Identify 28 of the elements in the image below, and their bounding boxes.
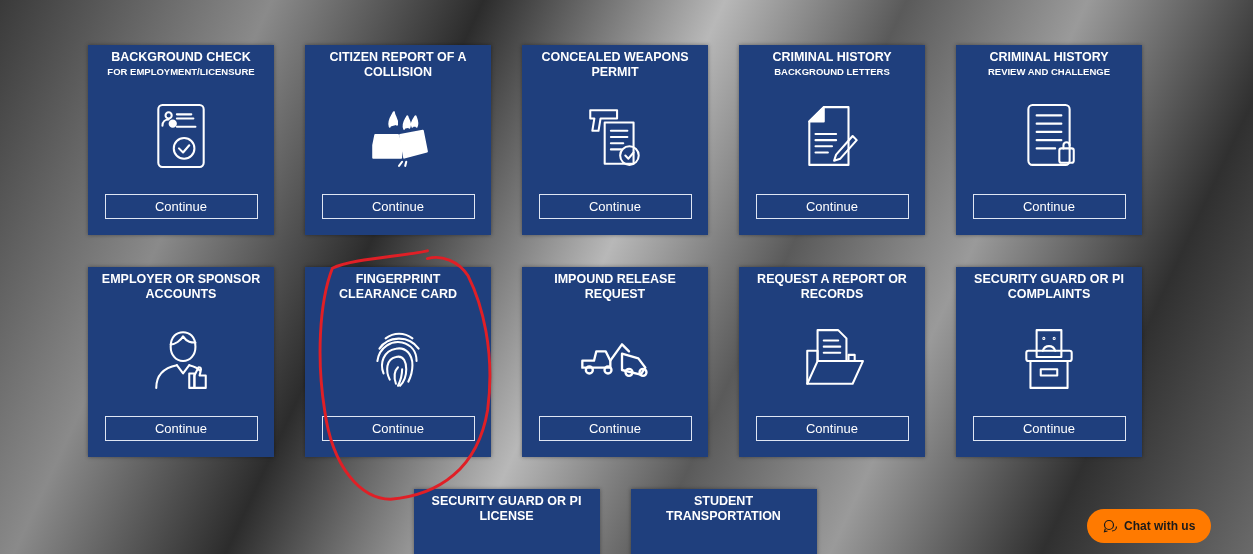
- card-subtitle: REVIEW AND CHALLENGE: [987, 65, 1111, 78]
- card-title: FINGERPRINT CLEARANCE CARD: [337, 272, 459, 302]
- card-title: CITIZEN REPORT OF A COLLISION: [328, 50, 468, 80]
- tow-truck-icon: [580, 341, 650, 377]
- chat-button[interactable]: Chat with us: [1087, 509, 1212, 543]
- continue-button[interactable]: Continue: [104, 416, 258, 441]
- continue-button[interactable]: Continue: [104, 194, 258, 219]
- continue-button[interactable]: Continue: [321, 416, 475, 441]
- card-title: EMPLOYER OR SPONSOR ACCOUNTS: [100, 272, 262, 302]
- continue-button[interactable]: Continue: [538, 416, 692, 441]
- card-subtitle: FOR EMPLOYMENT/LICENSURE: [107, 65, 255, 78]
- card-title: IMPOUND RELEASE REQUEST: [553, 272, 677, 302]
- continue-button[interactable]: Continue: [755, 194, 909, 219]
- continue-button[interactable]: Continue: [972, 416, 1126, 441]
- card-title: REQUEST A REPORT OR RECORDS: [756, 272, 908, 302]
- chat-bubbles-icon: [1103, 518, 1118, 534]
- continue-button[interactable]: Continue: [538, 194, 692, 219]
- card-title: SECURITY GUARD OR PI COMPLAINTS: [973, 272, 1125, 302]
- continue-button[interactable]: Continue: [755, 416, 909, 441]
- continue-button[interactable]: Continue: [321, 194, 475, 219]
- card-title: CRIMINAL HISTORY: [772, 50, 892, 65]
- continue-button[interactable]: Continue: [972, 194, 1126, 219]
- card-subtitle: BACKGROUND LETTERS: [774, 65, 890, 78]
- card-title: SECURITY GUARD OR PI LICENSE: [430, 494, 583, 524]
- card-title: STUDENT TRANSPORTATION: [665, 494, 782, 524]
- card-title: CONCEALED WEAPONS PERMIT: [540, 50, 690, 80]
- card-title: CRIMINAL HISTORY: [989, 50, 1109, 65]
- card-title: BACKGROUND CHECK: [111, 50, 251, 65]
